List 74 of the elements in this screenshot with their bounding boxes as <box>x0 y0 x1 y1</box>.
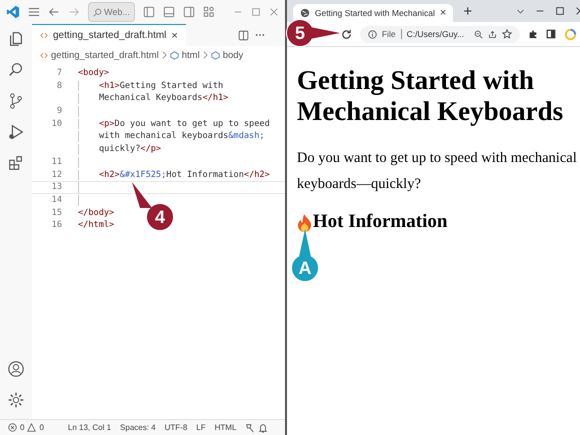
code-line: with mechanical keyboards&mdash; <box>99 130 265 144</box>
line-number: 10 <box>52 118 62 129</box>
source-control-icon[interactable] <box>7 92 25 110</box>
new-tab-button[interactable]: + <box>463 2 472 20</box>
layout-icon[interactable] <box>202 6 215 18</box>
element-icon <box>170 50 179 60</box>
status-item[interactable]: HTML <box>214 423 236 432</box>
feedback-icon[interactable] <box>245 422 256 432</box>
layout-icon[interactable] <box>142 6 155 18</box>
breadcrumb-item[interactable]: html <box>182 50 200 60</box>
address-bar[interactable]: File C:/Users/Guy... <box>360 26 520 42</box>
warning-icon <box>27 423 36 432</box>
status-item[interactable]: LF <box>196 423 206 432</box>
code-line: <h1>Getting Started with <box>99 80 224 92</box>
breadcrumb-item[interactable]: body <box>222 50 244 60</box>
page-heading: Getting Started with Mechanical Keyboards <box>296 65 564 127</box>
split-editor-icon[interactable] <box>238 30 249 40</box>
element-icon <box>210 50 220 60</box>
code-line: Mechanical Keyboards</h1> <box>99 92 228 106</box>
puzzle-icon[interactable] <box>528 29 538 39</box>
line-number: 14 <box>52 194 62 205</box>
status-item[interactable]: Ln 13, Col 1 <box>68 423 112 432</box>
breadcrumb-item[interactable]: getting_started_draft.html <box>51 50 159 60</box>
line-number: 12 <box>52 170 62 180</box>
line-number: 16 <box>52 220 62 230</box>
maximize-icon[interactable] <box>555 6 566 16</box>
callout-pointer <box>299 229 311 257</box>
fire-icon <box>296 212 312 232</box>
status-item[interactable]: Spaces: 4 <box>120 423 156 432</box>
callout-pointer <box>132 182 152 208</box>
account-icon[interactable] <box>7 360 25 378</box>
bell-icon[interactable] <box>258 422 268 432</box>
error-icon <box>8 423 17 432</box>
search-field[interactable]: Web... <box>88 2 135 22</box>
callout-badge: A <box>291 254 319 282</box>
chevron-right-icon <box>162 51 167 59</box>
reload-icon[interactable] <box>340 28 352 40</box>
error-count[interactable]: 0 <box>20 423 24 432</box>
line-number: 15 <box>52 208 62 218</box>
code-line: <body> <box>78 67 110 80</box>
code-line: quickly?</p> <box>99 143 162 156</box>
page-subheading: Hot Information <box>312 211 448 233</box>
line-number: 11 <box>52 156 62 167</box>
line-number: 9 <box>56 106 62 116</box>
profile-icon[interactable] <box>564 28 578 40</box>
line-number: 13 <box>52 182 62 192</box>
files-icon[interactable] <box>7 30 25 48</box>
line-number: 8 <box>56 80 62 91</box>
html-file-icon <box>40 52 48 58</box>
status-item[interactable]: UTF-8 <box>164 423 188 432</box>
warning-count[interactable]: 0 <box>39 423 44 432</box>
search-icon[interactable] <box>7 61 25 79</box>
layout-icon[interactable] <box>162 6 175 18</box>
editor-tab[interactable]: getting_started_draft.html × <box>32 24 186 46</box>
globe-icon <box>300 8 310 18</box>
layout-icon[interactable] <box>182 6 195 18</box>
browser-tab[interactable]: Getting Started with Mechanical × <box>292 4 454 22</box>
html-file-icon <box>40 32 48 39</box>
extensions-icon[interactable] <box>7 154 25 172</box>
code-line: </body> <box>78 206 114 220</box>
code-line: <p>Do you want to get up to speed <box>99 118 270 130</box>
code-line: </html> <box>78 219 114 232</box>
page-paragraph: Do you want to get up to speed with mechanical keyboards—quickly? <box>296 149 578 194</box>
chevron-down-icon[interactable] <box>516 6 526 16</box>
run-debug-icon[interactable] <box>7 123 25 141</box>
search-icon <box>93 8 102 16</box>
chevron-right-icon <box>202 51 208 59</box>
sidebar-icon[interactable] <box>546 29 556 39</box>
vscode-logo-icon <box>6 5 20 19</box>
callout-pointer <box>310 26 340 40</box>
menu-icon[interactable] <box>28 6 40 18</box>
back-arrow-icon[interactable] <box>48 6 60 18</box>
line-number: 7 <box>56 68 62 78</box>
code-line: <h2>&#x1F525;Hot Information</h2> <box>99 168 270 182</box>
